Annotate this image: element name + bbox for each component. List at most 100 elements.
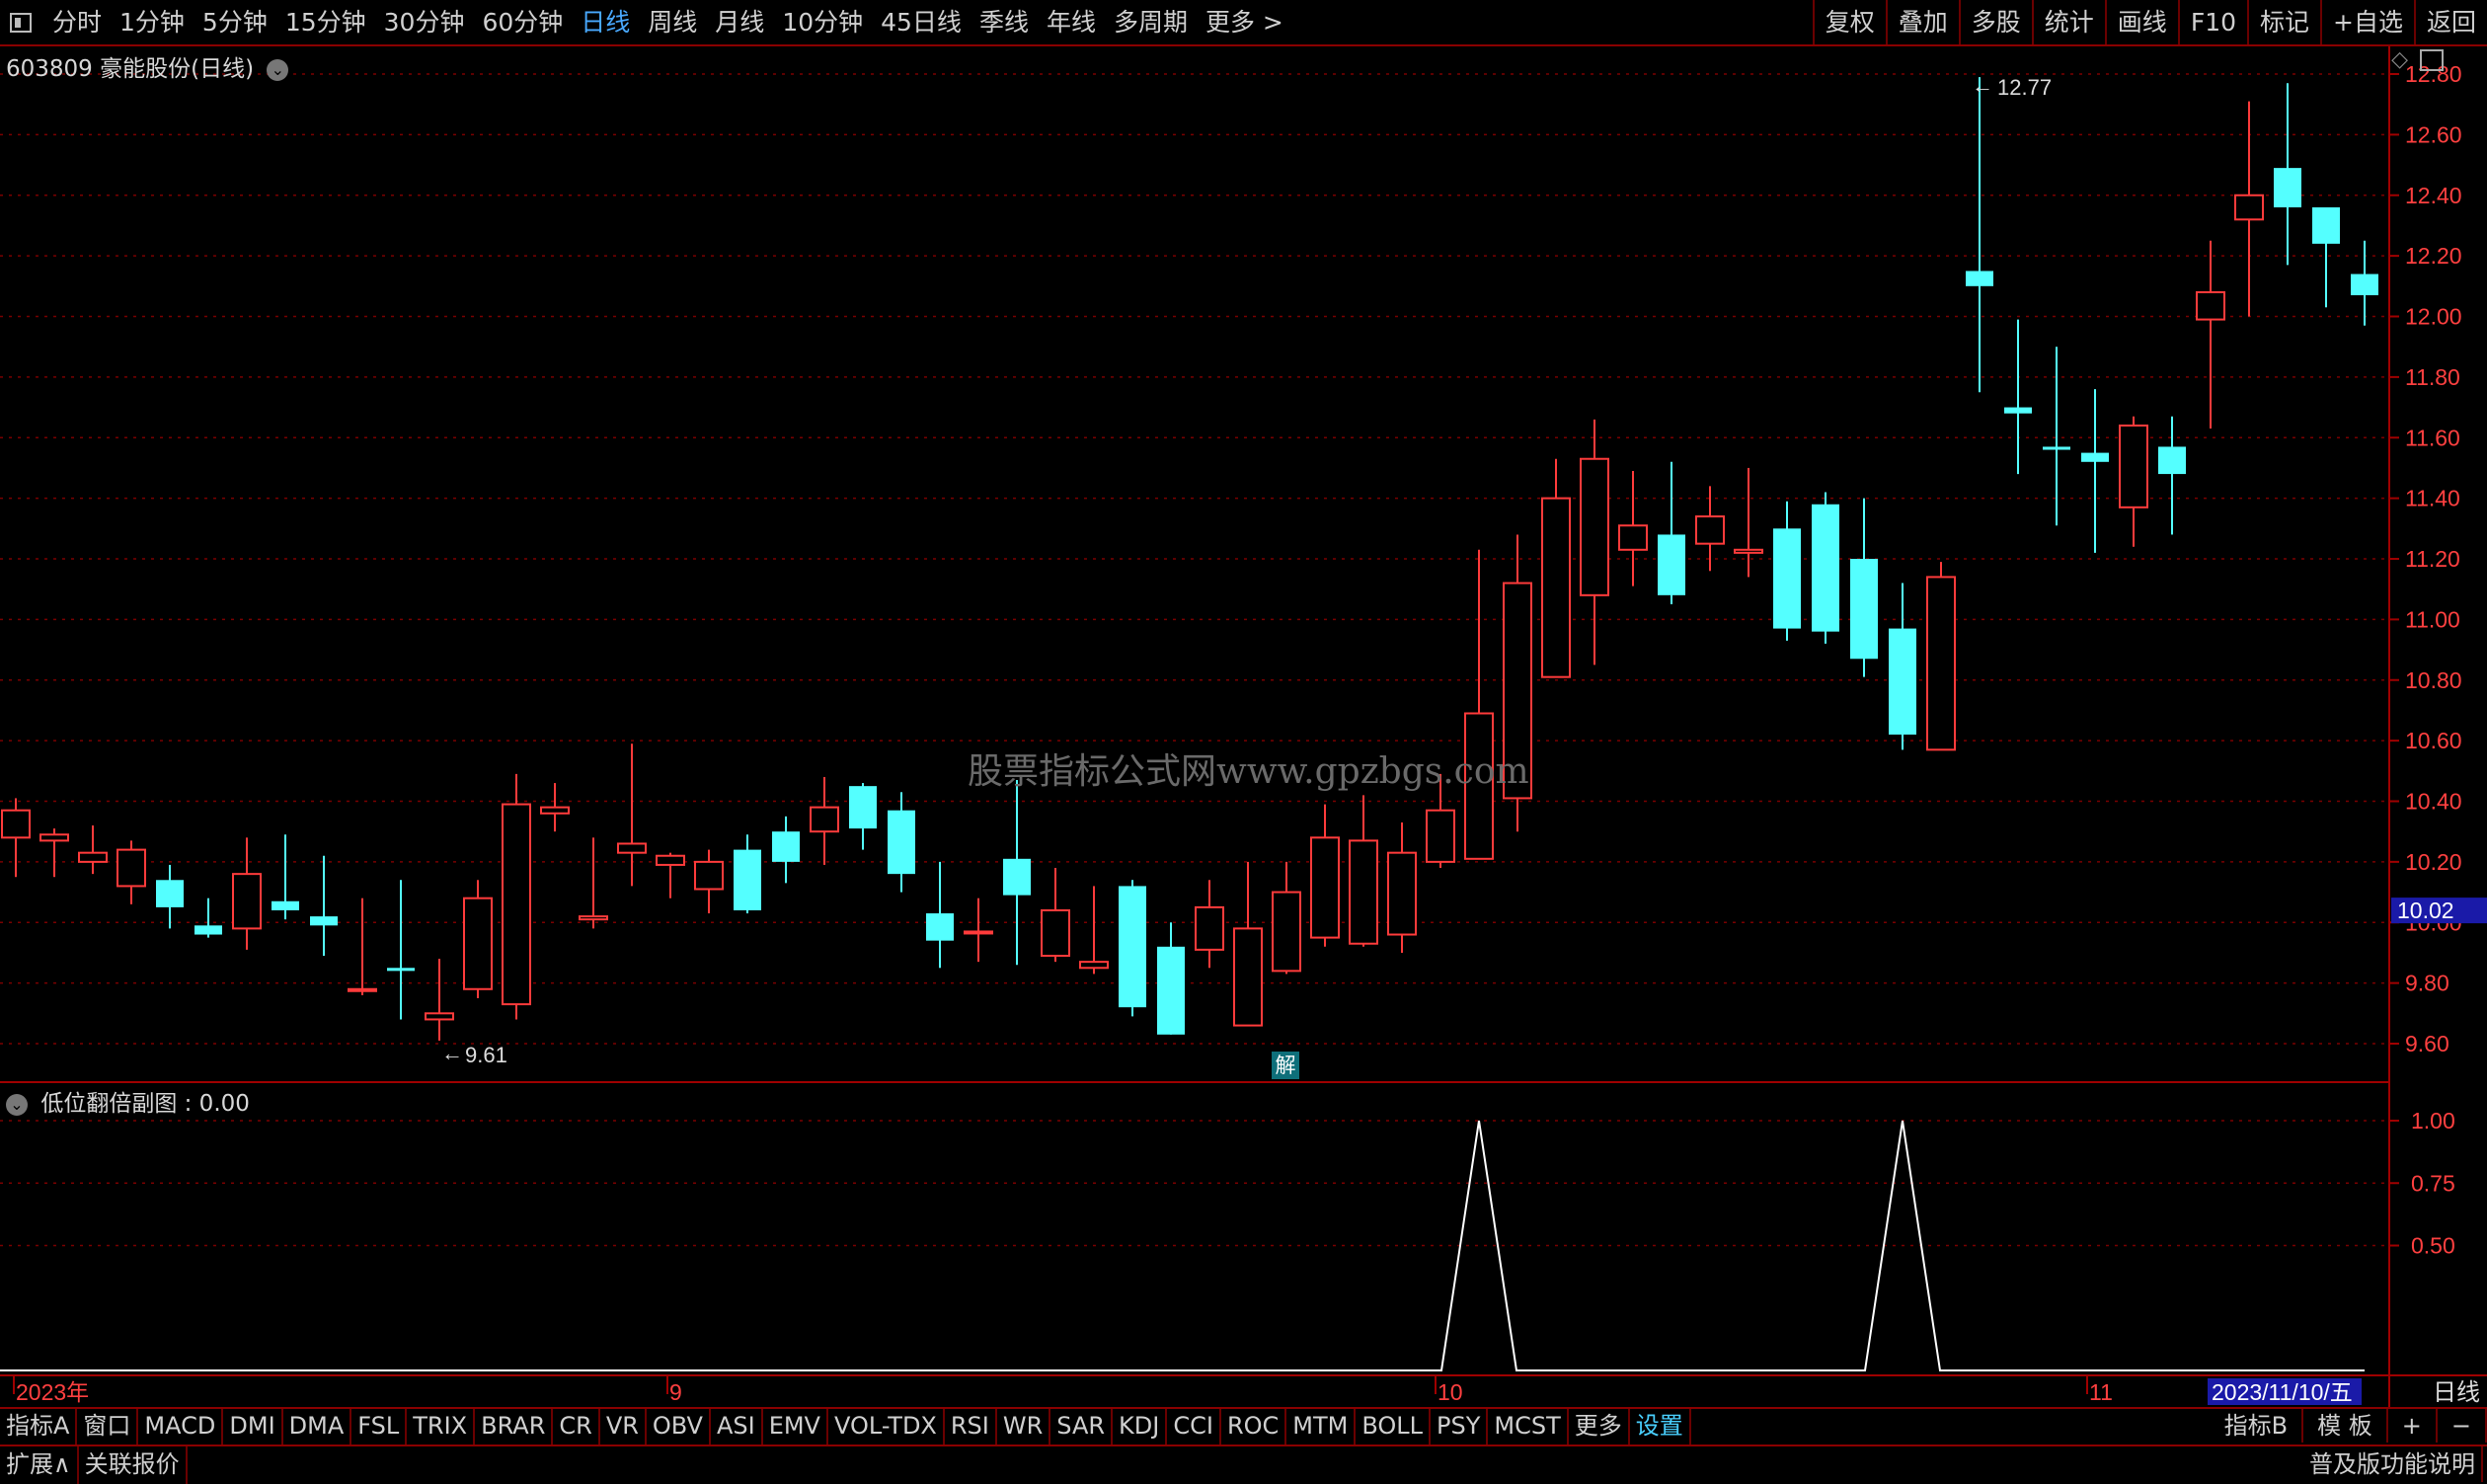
date-label: 10 bbox=[1438, 1379, 1463, 1405]
candle-body-down bbox=[1773, 528, 1801, 629]
toolbar-button[interactable]: +自选 bbox=[2320, 0, 2414, 44]
kline-chart[interactable]: 12.8012.6012.4012.2012.0011.8011.6011.40… bbox=[0, 0, 2487, 1482]
candle-body-down bbox=[2004, 407, 2032, 414]
indicator-tab[interactable]: BOLL bbox=[1356, 1409, 1432, 1445]
candle-body-up bbox=[2119, 424, 2148, 508]
low-arrow-label: ← bbox=[441, 1041, 463, 1065]
indicator-right-button[interactable]: − bbox=[2438, 1409, 2487, 1443]
indicator-tab[interactable]: 设置 bbox=[1630, 1409, 1691, 1445]
indicator-tab[interactable]: MCST bbox=[1488, 1409, 1569, 1445]
indicator-tab[interactable]: 更多 bbox=[1569, 1409, 1630, 1445]
chevron-down-icon[interactable]: ⌄ bbox=[267, 58, 289, 81]
indicator-tab[interactable]: 指标A bbox=[0, 1409, 78, 1445]
period-tab[interactable]: 季线 bbox=[971, 0, 1038, 44]
toolbar-button[interactable]: 复权 bbox=[1812, 0, 1886, 44]
indicator-tab[interactable]: DMA bbox=[283, 1409, 352, 1445]
candle-body-down bbox=[2274, 168, 2301, 208]
indicator-tab[interactable]: SAR bbox=[1050, 1409, 1114, 1445]
candle-body-down bbox=[1889, 628, 1916, 735]
candle-body-up bbox=[656, 854, 685, 866]
candle-body-up bbox=[1926, 576, 1956, 751]
candle-body-up bbox=[1695, 515, 1725, 545]
indicator-tab[interactable]: 窗口 bbox=[77, 1409, 139, 1445]
candle-body-up bbox=[463, 897, 493, 990]
period-tab[interactable]: 分时 bbox=[43, 0, 111, 44]
period-tab[interactable]: 30分钟 bbox=[375, 0, 474, 44]
toolbar-button[interactable]: 统计 bbox=[2031, 0, 2105, 44]
price-tick-label: 10.20 bbox=[2405, 849, 2462, 875]
diamond-icon[interactable]: ◇ bbox=[2391, 47, 2408, 72]
indicator-tab[interactable]: DMI bbox=[223, 1409, 283, 1445]
candle-body-up bbox=[1041, 908, 1070, 958]
candle-body-up bbox=[1079, 961, 1109, 970]
indicator-tab[interactable]: CCI bbox=[1167, 1409, 1221, 1445]
period-tab[interactable]: 周线 bbox=[639, 0, 706, 44]
period-tab[interactable]: 15分钟 bbox=[276, 0, 375, 44]
date-label: 9 bbox=[669, 1379, 682, 1405]
period-tab[interactable]: 45日线 bbox=[872, 0, 971, 44]
period-tab[interactable]: 1分钟 bbox=[111, 0, 194, 44]
candle-body-down bbox=[772, 831, 800, 862]
candle-body-up bbox=[2196, 290, 2225, 321]
period-tab[interactable]: 60分钟 bbox=[473, 0, 572, 44]
indicator-tab[interactable]: TRIX bbox=[407, 1409, 476, 1445]
indicator-tab[interactable]: ROC bbox=[1221, 1409, 1287, 1445]
indicator-right-button[interactable]: + bbox=[2388, 1409, 2438, 1443]
toolbar-button[interactable]: 画线 bbox=[2104, 0, 2178, 44]
indicator-tab[interactable]: VR bbox=[600, 1409, 647, 1445]
toolbar-button[interactable]: 返回 bbox=[2413, 0, 2487, 44]
indicator-tab[interactable]: EMV bbox=[763, 1409, 828, 1445]
period-tab[interactable]: 更多 > bbox=[1197, 0, 1292, 44]
indicator-tab[interactable]: OBV bbox=[647, 1409, 711, 1445]
candle-body-up bbox=[1272, 891, 1301, 973]
indicator-tab[interactable]: KDJ bbox=[1113, 1409, 1168, 1445]
period-tab[interactable]: 多周期 bbox=[1105, 0, 1197, 44]
stock-title-text: 603809 豪能股份(日线) bbox=[6, 56, 255, 82]
candle-body-down bbox=[387, 968, 415, 972]
indicator-right-button[interactable]: 指标B bbox=[2211, 1409, 2304, 1443]
period-tab[interactable]: 年线 bbox=[1038, 0, 1105, 44]
indicator-tab[interactable]: VOL-TDX bbox=[828, 1409, 945, 1445]
candle-body-down bbox=[2312, 207, 2340, 244]
candle-body-down bbox=[1157, 946, 1185, 1035]
indicator-tab[interactable]: MTM bbox=[1286, 1409, 1357, 1445]
help-link[interactable]: 普及版功能说明 bbox=[2303, 1446, 2483, 1482]
panel-layout-icon[interactable] bbox=[2420, 49, 2444, 71]
candle-body-up bbox=[78, 851, 108, 863]
candle-body-down bbox=[194, 925, 222, 935]
unlock-badge[interactable]: 解 bbox=[1272, 1052, 1299, 1079]
panel-toggle-icon[interactable] bbox=[10, 12, 32, 33]
indicator-tab[interactable]: ASI bbox=[711, 1409, 763, 1445]
toolbar-button[interactable]: 多股 bbox=[1958, 0, 2032, 44]
period-tab[interactable]: 10分钟 bbox=[773, 0, 872, 44]
indicator-tab[interactable]: BRAR bbox=[475, 1409, 554, 1445]
period-tab[interactable]: 月线 bbox=[706, 0, 773, 44]
candle-body-up bbox=[1734, 548, 1763, 554]
current-price-label: 10.02 bbox=[2397, 898, 2454, 923]
period-tab[interactable]: 5分钟 bbox=[194, 0, 276, 44]
price-tick-label: 11.60 bbox=[2405, 425, 2460, 450]
status-button[interactable]: 关联报价 bbox=[79, 1446, 188, 1484]
price-tick-label: 11.20 bbox=[2405, 546, 2460, 572]
indicator-tab[interactable]: WR bbox=[997, 1409, 1051, 1445]
indicator-tab[interactable]: PSY bbox=[1431, 1409, 1489, 1445]
candle-body-up bbox=[964, 930, 993, 935]
candle-body-down bbox=[849, 786, 877, 829]
candle-body-up bbox=[117, 848, 146, 888]
indicator-tab[interactable]: RSI bbox=[945, 1409, 997, 1445]
price-tick-label: 10.60 bbox=[2405, 728, 2462, 753]
indicator-tab[interactable]: MACD bbox=[138, 1409, 224, 1445]
indicator-right-button[interactable]: 模 板 bbox=[2303, 1409, 2388, 1443]
toolbar-button[interactable]: 叠加 bbox=[1885, 0, 1959, 44]
candle-body-up bbox=[1426, 809, 1455, 863]
status-button[interactable]: 扩展∧ bbox=[0, 1446, 79, 1484]
indicator-tab[interactable]: FSL bbox=[351, 1409, 408, 1445]
candle-body-up bbox=[1349, 839, 1378, 945]
candle-body-up bbox=[617, 842, 647, 854]
toolbar-button[interactable]: F10 bbox=[2177, 0, 2247, 44]
indicator-tab[interactable]: CR bbox=[553, 1409, 600, 1445]
chevron-down-icon[interactable]: ⌄ bbox=[6, 1093, 28, 1116]
period-tab[interactable]: 日线 bbox=[572, 0, 639, 44]
stock-title: 603809 豪能股份(日线) ⌄ bbox=[6, 49, 289, 83]
toolbar-button[interactable]: 标记 bbox=[2247, 0, 2320, 44]
